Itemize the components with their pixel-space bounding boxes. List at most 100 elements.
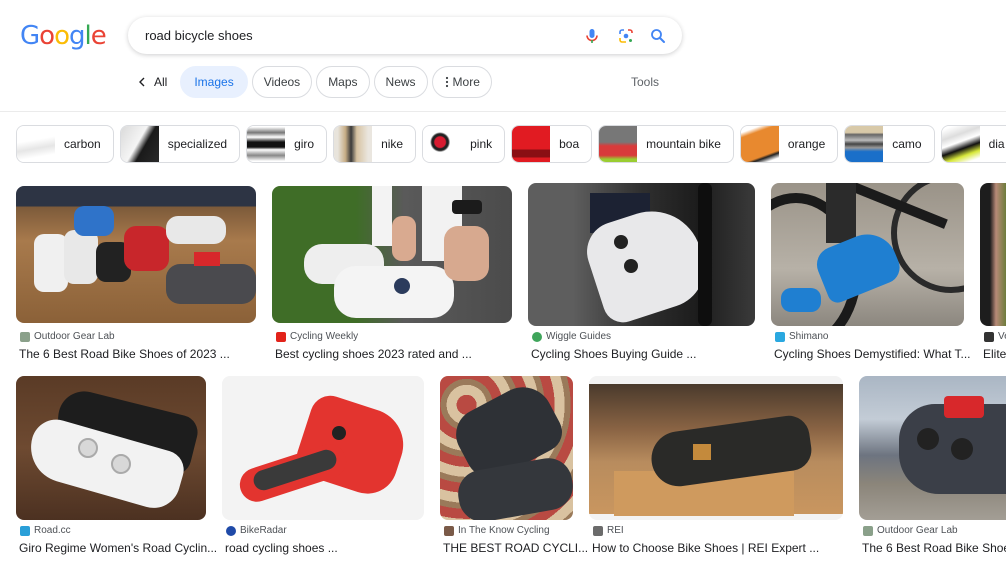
chip-giro[interactable]: giro bbox=[246, 125, 328, 163]
chip-label: camo bbox=[892, 137, 922, 151]
search-icon[interactable] bbox=[648, 26, 668, 46]
result-title[interactable]: Cycling Shoes Buying Guide ... bbox=[531, 347, 696, 361]
image-result[interactable]: Outdoor Gear Lab The 6 Best Road Bike Sh… bbox=[859, 376, 1006, 556]
chip-label: carbon bbox=[64, 137, 101, 151]
source-favicon bbox=[863, 525, 873, 536]
tab-more[interactable]: More bbox=[431, 66, 492, 98]
tools-button[interactable]: Tools bbox=[631, 75, 659, 89]
result-image bbox=[771, 183, 964, 326]
chip-thumbnail bbox=[941, 126, 980, 162]
result-image bbox=[272, 186, 512, 323]
result-source[interactable]: Outdoor Gear Lab bbox=[877, 525, 958, 536]
tab-news-label: News bbox=[385, 75, 416, 89]
chip-label: dia bbox=[988, 137, 1005, 151]
result-title[interactable]: Best cycling shoes 2023 rated and ... bbox=[275, 347, 472, 361]
tab-news[interactable]: News bbox=[373, 66, 428, 98]
chip-thumbnail bbox=[845, 126, 884, 162]
tab-images-label: Images bbox=[194, 75, 234, 89]
result-title[interactable]: The 6 Best Road Bike Shoes bbox=[862, 541, 1006, 555]
more-vert-icon bbox=[445, 76, 448, 88]
chevron-left-icon bbox=[139, 77, 145, 87]
google-lens-icon[interactable] bbox=[616, 26, 636, 46]
tab-maps[interactable]: Maps bbox=[316, 66, 370, 98]
tab-all[interactable]: All bbox=[138, 75, 167, 89]
result-source[interactable]: Wiggle Guides bbox=[546, 331, 611, 342]
result-image bbox=[528, 183, 755, 326]
result-source[interactable]: Ve bbox=[998, 331, 1006, 342]
tab-videos-label: Videos bbox=[263, 75, 301, 89]
image-result[interactable]: BikeRadar road cycling shoes ... bbox=[222, 376, 424, 556]
image-result[interactable]: In The Know Cycling THE BEST ROAD CYCLI.… bbox=[440, 376, 588, 556]
result-image bbox=[16, 186, 256, 323]
result-title[interactable]: THE BEST ROAD CYCLI... bbox=[443, 541, 588, 555]
result-source[interactable]: REI bbox=[607, 525, 624, 536]
source-favicon bbox=[593, 525, 603, 536]
image-result[interactable]: Road.cc Giro Regime Women's Road Cyclin.… bbox=[16, 376, 217, 556]
google-logo[interactable]: Google bbox=[20, 21, 107, 51]
chip-thumbnail bbox=[740, 126, 779, 162]
chip-orange[interactable]: orange bbox=[739, 125, 839, 163]
source-favicon bbox=[226, 525, 236, 536]
source-favicon bbox=[276, 331, 286, 342]
result-source[interactable]: BikeRadar bbox=[240, 525, 287, 536]
related-searches-chips: carbon specialized giro nike pink boa mo… bbox=[16, 125, 1006, 163]
result-image bbox=[980, 183, 1006, 326]
result-source[interactable]: In The Know Cycling bbox=[458, 525, 550, 536]
result-image bbox=[222, 376, 424, 520]
chip-thumbnail bbox=[120, 126, 159, 162]
source-favicon bbox=[532, 331, 542, 342]
result-image bbox=[859, 376, 1006, 520]
image-result[interactable]: REI How to Choose Bike Shoes | REI Exper… bbox=[589, 376, 843, 556]
chip-thumbnail bbox=[599, 126, 638, 162]
search-input[interactable] bbox=[145, 25, 565, 45]
result-title[interactable]: Cycling Shoes Demystified: What T... bbox=[774, 347, 971, 361]
tab-images[interactable]: Images bbox=[180, 66, 248, 98]
result-title[interactable]: The 6 Best Road Bike Shoes of 2023 ... bbox=[19, 347, 230, 361]
chip-pink[interactable]: pink bbox=[422, 125, 506, 163]
image-result[interactable]: Ve Elite bbox=[980, 183, 1006, 364]
tab-maps-label: Maps bbox=[328, 75, 358, 89]
result-source[interactable]: Road.cc bbox=[34, 525, 71, 536]
image-result[interactable]: Cycling Weekly Best cycling shoes 2023 r… bbox=[272, 186, 512, 364]
chip-thumbnail bbox=[512, 126, 551, 162]
result-title[interactable]: Elite bbox=[983, 347, 1006, 361]
chip-label: boa bbox=[559, 137, 580, 151]
result-title[interactable]: How to Choose Bike Shoes | REI Expert ..… bbox=[592, 541, 819, 555]
chip-label: nike bbox=[381, 137, 404, 151]
result-title[interactable]: Giro Regime Women's Road Cyclin... bbox=[19, 541, 217, 555]
result-source[interactable]: Outdoor Gear Lab bbox=[34, 331, 115, 342]
image-result[interactable]: Wiggle Guides Cycling Shoes Buying Guide… bbox=[528, 183, 755, 364]
image-result[interactable]: Outdoor Gear Lab The 6 Best Road Bike Sh… bbox=[16, 186, 256, 364]
result-source[interactable]: Cycling Weekly bbox=[290, 331, 358, 342]
image-result[interactable]: Shimano Cycling Shoes Demystified: What … bbox=[771, 183, 971, 364]
chip-specialized[interactable]: specialized bbox=[119, 125, 241, 163]
chip-dia[interactable]: dia bbox=[940, 125, 1006, 163]
tab-all-label: All bbox=[154, 75, 168, 89]
tab-videos[interactable]: Videos bbox=[251, 66, 313, 98]
chip-thumbnail bbox=[247, 126, 286, 162]
source-favicon bbox=[984, 331, 994, 342]
tab-more-label: More bbox=[452, 75, 480, 89]
search-nav: All Images Videos Maps News More bbox=[138, 66, 496, 98]
source-favicon bbox=[20, 525, 30, 536]
source-favicon bbox=[775, 331, 785, 342]
chip-carbon[interactable]: carbon bbox=[16, 125, 114, 163]
chip-thumbnail bbox=[334, 126, 373, 162]
header-divider bbox=[0, 111, 1006, 112]
chip-nike[interactable]: nike bbox=[333, 125, 417, 163]
result-source[interactable]: Shimano bbox=[789, 331, 828, 342]
chip-camo[interactable]: camo bbox=[844, 125, 935, 163]
chip-boa[interactable]: boa bbox=[511, 125, 593, 163]
result-image bbox=[440, 376, 573, 520]
chip-label: specialized bbox=[167, 137, 228, 151]
chip-label: orange bbox=[787, 137, 826, 151]
source-favicon bbox=[444, 525, 454, 536]
search-box bbox=[128, 17, 682, 54]
chip-mountain-bike[interactable]: mountain bike bbox=[598, 125, 734, 163]
chip-thumbnail bbox=[423, 126, 462, 162]
microphone-icon[interactable] bbox=[582, 26, 602, 46]
result-title[interactable]: road cycling shoes ... bbox=[225, 541, 338, 555]
chip-label: mountain bike bbox=[646, 137, 721, 151]
source-favicon bbox=[20, 331, 30, 342]
chip-label: pink bbox=[470, 137, 493, 151]
